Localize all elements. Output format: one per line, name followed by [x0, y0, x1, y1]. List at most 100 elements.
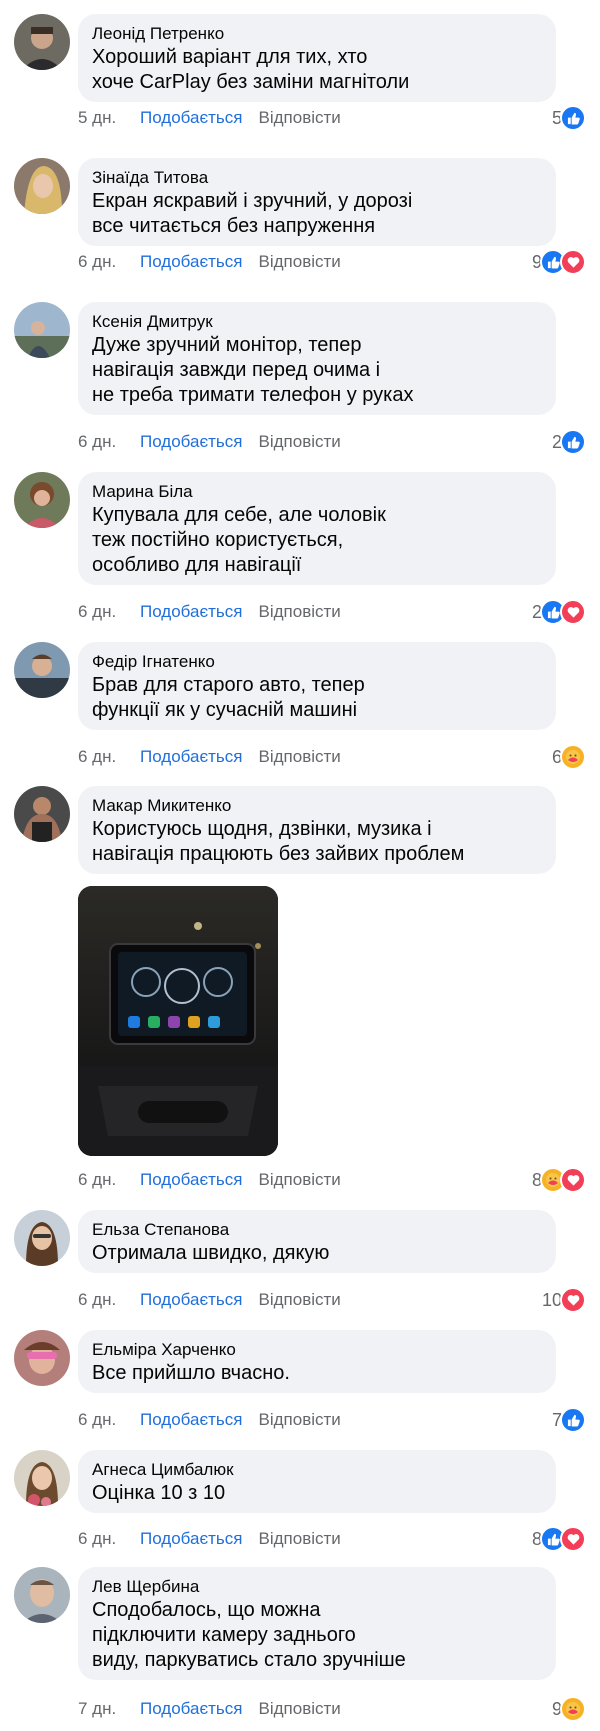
avatar[interactable] — [14, 1450, 70, 1506]
author-name[interactable]: Ельміра Харченко — [92, 1339, 542, 1361]
like-link[interactable]: Подобається — [140, 106, 243, 130]
comment-text: функції як у сучасній машині — [92, 699, 358, 721]
comment-text: Все прийшло вчасно. — [92, 1362, 290, 1384]
comment-bubble: Федір Ігнатенко Брав для старого авто, т… — [78, 642, 556, 730]
reaction-count: 10 — [541, 1289, 562, 1310]
comment-text: підключити камеру заднього — [92, 1624, 356, 1646]
timestamp[interactable]: 6 дн. — [78, 1288, 140, 1312]
like-link[interactable]: Подобається — [140, 1408, 243, 1432]
reaction-summary[interactable]: 7 — [552, 1407, 586, 1433]
reply-link[interactable]: Відповісти — [259, 1529, 341, 1548]
comment-text: особливо для навігації — [92, 554, 302, 576]
comment-bubble: Марина Біла Купувала для себе, але чолов… — [78, 472, 556, 585]
author-name[interactable]: Федір Ігнатенко — [92, 651, 542, 673]
comment-text: теж постійно користується, — [92, 529, 344, 551]
avatar[interactable] — [14, 642, 70, 698]
reply-link[interactable]: Відповісти — [259, 1170, 341, 1189]
author-name[interactable]: Лев Щербина — [92, 1576, 542, 1598]
comment-text: Брав для старого авто, тепер — [92, 674, 365, 696]
love-reaction-icon — [560, 1526, 586, 1552]
like-reaction-icon — [560, 105, 586, 131]
comment-bubble: Лев Щербина Сподобалось, що можна підклю… — [78, 1567, 556, 1680]
care-reaction-icon — [560, 1696, 586, 1722]
reaction-summary[interactable]: 8 — [532, 1526, 586, 1552]
reply-link[interactable]: Відповісти — [259, 602, 341, 621]
timestamp[interactable]: 6 дн. — [78, 1527, 140, 1551]
avatar[interactable] — [14, 1210, 70, 1266]
like-link[interactable]: Подобається — [140, 600, 243, 624]
author-name[interactable]: Макар Микитенко — [92, 795, 542, 817]
author-name[interactable]: Ельза Степанова — [92, 1219, 542, 1241]
comment-text: Купувала для себе, але чоловік — [92, 504, 386, 526]
author-name[interactable]: Агнеса Цимбалюк — [92, 1459, 542, 1481]
comment-bubble: Леонід Петренко Хороший варіант для тих,… — [78, 14, 556, 102]
comment-bubble: Ельза Степанова Отримала швидко, дякую — [78, 1210, 556, 1273]
reply-link[interactable]: Відповісти — [259, 747, 341, 766]
like-link[interactable]: Подобається — [140, 1697, 243, 1721]
avatar[interactable] — [14, 1567, 70, 1623]
comment-bubble: Агнеса Цимбалюк Оцінка 10 з 10 — [78, 1450, 556, 1513]
love-reaction-icon — [560, 1167, 586, 1193]
reaction-summary[interactable]: 9 — [532, 249, 586, 275]
comment-text: виду, паркуватись стало зручніше — [92, 1649, 406, 1671]
avatar[interactable] — [14, 302, 70, 358]
timestamp[interactable]: 6 дн. — [78, 430, 140, 454]
like-link[interactable]: Подобається — [140, 1527, 243, 1551]
like-link[interactable]: Подобається — [140, 1168, 243, 1192]
comment-bubble: Макар Микитенко Користуюсь щодня, дзвінк… — [78, 786, 556, 874]
reply-link[interactable]: Відповісти — [259, 1290, 341, 1309]
comment-bubble: Ельміра Харченко Все прийшло вчасно. — [78, 1330, 556, 1393]
comment-bubble: Ксенія Дмитрук Дуже зручний монітор, теп… — [78, 302, 556, 415]
comment-text: навігація завжди перед очима і — [92, 359, 381, 381]
like-link[interactable]: Подобається — [140, 1288, 243, 1312]
love-reaction-icon — [560, 599, 586, 625]
avatar[interactable] — [14, 786, 70, 842]
timestamp[interactable]: 6 дн. — [78, 1408, 140, 1432]
reply-link[interactable]: Відповісти — [259, 1410, 341, 1429]
comment-text: Дуже зручний монітор, тепер — [92, 334, 362, 356]
comment-text: Екран яскравий і зручний, у дорозі — [92, 190, 413, 212]
reaction-summary[interactable]: 9 — [552, 1696, 586, 1722]
comment-actions: 7 дн. Подобається Відповісти — [78, 1697, 341, 1721]
attached-photo[interactable] — [78, 886, 278, 1156]
timestamp[interactable]: 6 дн. — [78, 745, 140, 769]
love-reaction-icon — [560, 1287, 586, 1313]
comment-text: Користуюсь щодня, дзвінки, музика і — [92, 818, 432, 840]
avatar[interactable] — [14, 1330, 70, 1386]
like-link[interactable]: Подобається — [140, 745, 243, 769]
reaction-summary[interactable]: 10 — [542, 1287, 586, 1313]
timestamp[interactable]: 6 дн. — [78, 600, 140, 624]
reaction-summary[interactable]: 6 — [552, 744, 586, 770]
avatar[interactable] — [14, 472, 70, 528]
care-reaction-icon — [560, 744, 586, 770]
like-link[interactable]: Подобається — [140, 430, 243, 454]
like-reaction-icon — [560, 1407, 586, 1433]
author-name[interactable]: Марина Біла — [92, 481, 542, 503]
author-name[interactable]: Ксенія Дмитрук — [92, 311, 542, 333]
avatar[interactable] — [14, 158, 70, 214]
timestamp[interactable]: 6 дн. — [78, 1168, 140, 1192]
comment-text: все читається без напруження — [92, 215, 376, 237]
avatar[interactable] — [14, 14, 70, 70]
comment-text: Сподобалось, що можна — [92, 1599, 321, 1621]
comment-bubble: Зінаїда Титова Екран яскравий і зручний,… — [78, 158, 556, 246]
reply-link[interactable]: Відповісти — [259, 432, 341, 451]
reaction-summary[interactable]: 8 — [532, 1167, 586, 1193]
reaction-summary[interactable]: 5 — [552, 105, 586, 131]
timestamp[interactable]: 6 дн. — [78, 250, 140, 274]
timestamp[interactable]: 7 дн. — [78, 1697, 140, 1721]
reply-link[interactable]: Відповісти — [259, 252, 341, 271]
author-name[interactable]: Леонід Петренко — [92, 23, 542, 45]
comment-text: Хороший варіант для тих, хто — [92, 46, 368, 68]
comment-actions: 6 дн. Подобається Відповісти — [78, 1168, 341, 1192]
timestamp[interactable]: 5 дн. — [78, 106, 140, 130]
reaction-summary[interactable]: 2 — [552, 429, 586, 455]
reply-link[interactable]: Відповісти — [259, 1699, 341, 1718]
like-reaction-icon — [560, 429, 586, 455]
comment-text: хоче CarPlay без заміни магнітоли — [92, 71, 410, 93]
author-name[interactable]: Зінаїда Титова — [92, 167, 542, 189]
like-link[interactable]: Подобається — [140, 250, 243, 274]
reply-link[interactable]: Відповісти — [259, 108, 341, 127]
comments-feed: Леонід Петренко Хороший варіант для тих,… — [0, 0, 600, 1731]
reaction-summary[interactable]: 2 — [532, 599, 586, 625]
